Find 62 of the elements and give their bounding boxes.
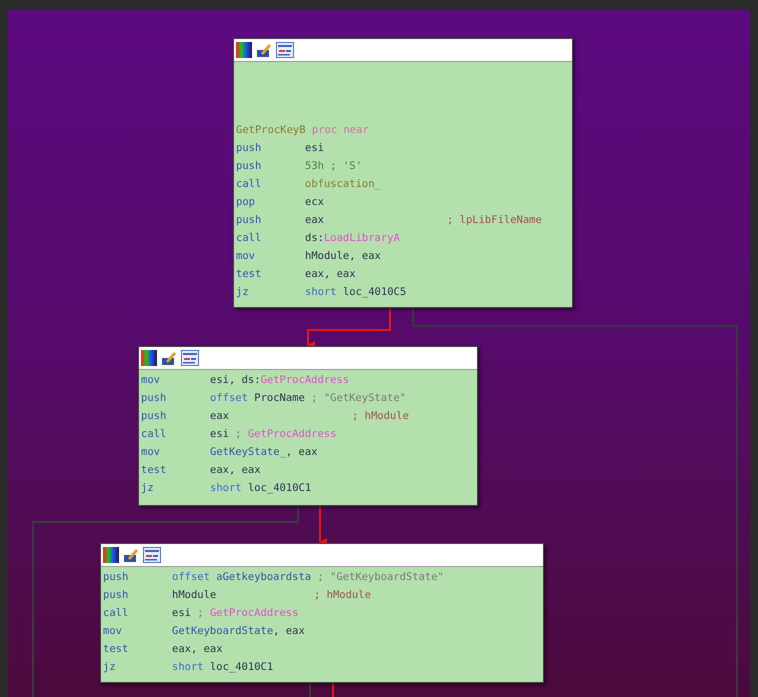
instruction-mnemonic: push	[141, 391, 168, 406]
instruction-mnemonic: jz	[141, 481, 155, 496]
instruction-operand: GetKeyState_, eax	[210, 445, 318, 460]
instruction-mnemonic: push	[103, 588, 130, 604]
instruction-operand: hModule, eax	[305, 249, 381, 264]
instruction-mnemonic: test	[141, 463, 168, 478]
pencil-edit-icon[interactable]	[123, 547, 139, 563]
flow-line	[309, 683, 311, 697]
procedure-label: GetProcKeyB proc near	[236, 123, 369, 138]
pencil-edit-icon[interactable]	[256, 42, 272, 58]
instruction-operand: short loc_4010C5	[305, 285, 406, 300]
instruction-mnemonic: mov	[141, 445, 161, 460]
graph-overview-icon[interactable]	[181, 350, 199, 366]
instruction-operand: esi	[305, 141, 324, 156]
instruction-operand: offset ProcName ; "GetKeyState"	[210, 391, 406, 406]
instruction-operand: eax, eax	[172, 642, 223, 658]
code-block[interactable]: GetProcKeyB proc near push esi push 53h ; 'S' call obfuscation_ pop ecx push eax ; lpLibFileName call ds:LoadLibraryA mov hModule, eax test eax, eax jz short loc_4010C5	[233, 38, 573, 308]
code-comment: ; hModule	[314, 588, 371, 604]
instruction-mnemonic: test	[236, 267, 262, 282]
instruction-operand: ds:LoadLibraryA	[305, 231, 400, 246]
instruction-mnemonic: test	[103, 642, 130, 658]
instruction-operand: offset aGetkeyboardsta ; "GetKeyboardState"	[172, 570, 444, 586]
instruction-mnemonic: call	[236, 231, 262, 246]
instruction-mnemonic: pop	[236, 195, 256, 210]
instruction-mnemonic: push	[236, 141, 262, 156]
instruction-mnemonic: push	[141, 409, 168, 424]
color-palette-icon[interactable]	[236, 42, 252, 58]
instruction-mnemonic: jz	[236, 285, 250, 300]
instruction-operand: obfuscation_	[305, 177, 381, 192]
code-block[interactable]: mov esi, ds:GetProcAddress push offset ProcName ; "GetKeyState" push eax ; hModule call esi ; GetProcAddress mov GetKeyState_, eax test eax, eax jz short loc_4010C1	[138, 346, 478, 506]
instruction-mnemonic: mov	[236, 249, 256, 264]
code-comment: ; hModule	[352, 409, 409, 424]
flow-arrow	[319, 506, 327, 546]
instruction-mnemonic: mov	[103, 624, 123, 640]
instruction-operand: eax	[305, 213, 325, 228]
instruction-operand: eax, eax	[210, 463, 261, 478]
instruction-operand: ecx	[305, 195, 324, 210]
color-palette-icon[interactable]	[141, 350, 157, 366]
instruction-mnemonic: mov	[141, 373, 161, 388]
instruction-operand: eax, eax	[305, 267, 356, 282]
instruction-operand: short loc_4010C1	[172, 660, 274, 676]
instruction-mnemonic: jz	[103, 660, 117, 676]
pencil-edit-icon[interactable]	[161, 350, 177, 366]
instruction-operand: eax	[210, 409, 230, 424]
instruction-mnemonic: call	[236, 177, 262, 192]
instruction-mnemonic: call	[103, 606, 130, 622]
graph-overview-icon[interactable]	[143, 547, 161, 563]
instruction-operand: GetKeyboardState, eax	[172, 624, 305, 640]
code-comment: ; lpLibFileName	[447, 213, 542, 228]
instruction-mnemonic: push	[236, 213, 262, 228]
instruction-operand: 53h ; 'S'	[305, 159, 362, 174]
instruction-operand: short loc_4010C1	[210, 481, 312, 496]
instruction-mnemonic: push	[103, 570, 130, 586]
instruction-mnemonic: call	[141, 427, 168, 442]
color-palette-icon[interactable]	[103, 547, 119, 563]
instruction-operand: esi, ds:GetProcAddress	[210, 373, 350, 388]
code-block[interactable]: push offset aGetkeyboardsta ; "GetKeyboardState" push hModule ; hModule call esi ; GetProcAddress mov GetKeyboardState, eax test eax, eax jz short loc_4010C1	[100, 543, 544, 683]
instruction-mnemonic: push	[236, 159, 262, 174]
instruction-operand: esi ; GetProcAddress	[172, 606, 298, 622]
instruction-operand: esi ; GetProcAddress	[210, 427, 336, 442]
instruction-operand: hModule	[172, 588, 218, 604]
graph-overview-icon[interactable]	[276, 42, 294, 58]
